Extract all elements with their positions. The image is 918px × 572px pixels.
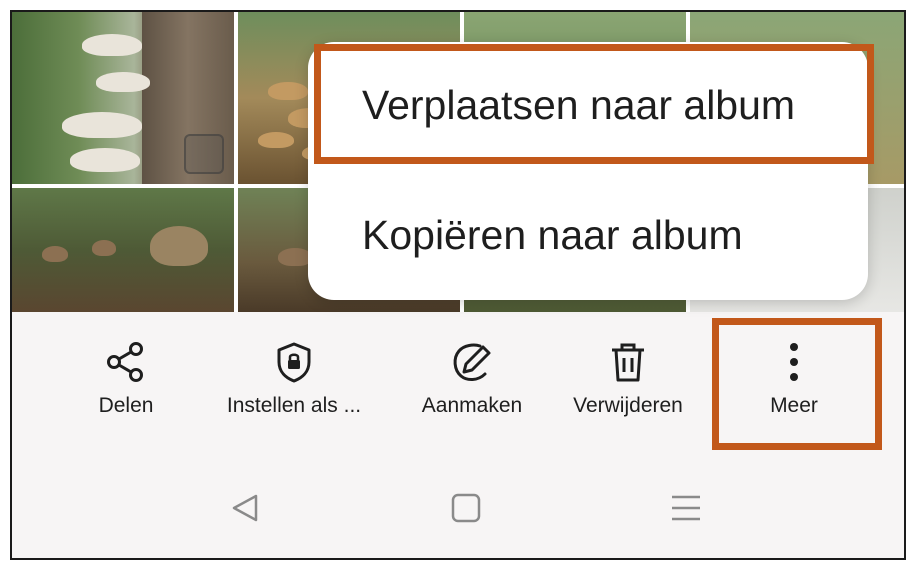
mushroom-cap-graphic [82, 34, 142, 56]
mushroom-cap-graphic [92, 240, 116, 256]
highlight-box-more-button [712, 318, 882, 450]
share-button-label: Delen [98, 394, 154, 417]
screenshot-frame: Delen Instellen als ... Aanmaken Verwijd… [10, 10, 906, 560]
create-button[interactable]: Aanmaken [382, 340, 562, 430]
menu-item-label: Kopiëren naar album [362, 212, 743, 258]
mushroom-cap-graphic [42, 246, 68, 262]
photo-thumbnail[interactable] [12, 188, 234, 312]
share-button[interactable]: Delen [36, 340, 216, 430]
mushroom-cap-graphic [96, 72, 150, 92]
mushroom-cap-graphic [258, 132, 294, 148]
trash-icon [612, 343, 644, 382]
mushroom-cap-graphic [62, 112, 142, 138]
set-as-button[interactable]: Instellen als ... [204, 340, 384, 430]
mushroom-cap-graphic [70, 148, 140, 172]
delete-button[interactable]: Verwijderen [538, 340, 718, 430]
delete-button-label: Verwijderen [573, 394, 683, 417]
photo-thumbnail[interactable] [12, 12, 234, 184]
recents-icon[interactable] [666, 488, 706, 528]
edit-pencil-icon [453, 343, 491, 381]
create-button-label: Aanmaken [421, 394, 523, 417]
shield-lock-icon [277, 342, 311, 383]
mushroom-cap-graphic [278, 248, 312, 266]
home-icon[interactable] [446, 488, 486, 528]
mushroom-cap-graphic [150, 226, 208, 266]
system-navigation-bar [12, 452, 904, 558]
highlight-box-move-to-album [314, 44, 874, 164]
selection-checkbox[interactable] [184, 134, 224, 174]
set-as-button-label: Instellen als ... [226, 394, 362, 417]
share-icon [107, 342, 143, 382]
mushroom-cap-graphic [268, 82, 308, 100]
menu-item-copy-to-album[interactable]: Kopiëren naar album [308, 172, 868, 290]
back-icon[interactable] [226, 488, 266, 528]
